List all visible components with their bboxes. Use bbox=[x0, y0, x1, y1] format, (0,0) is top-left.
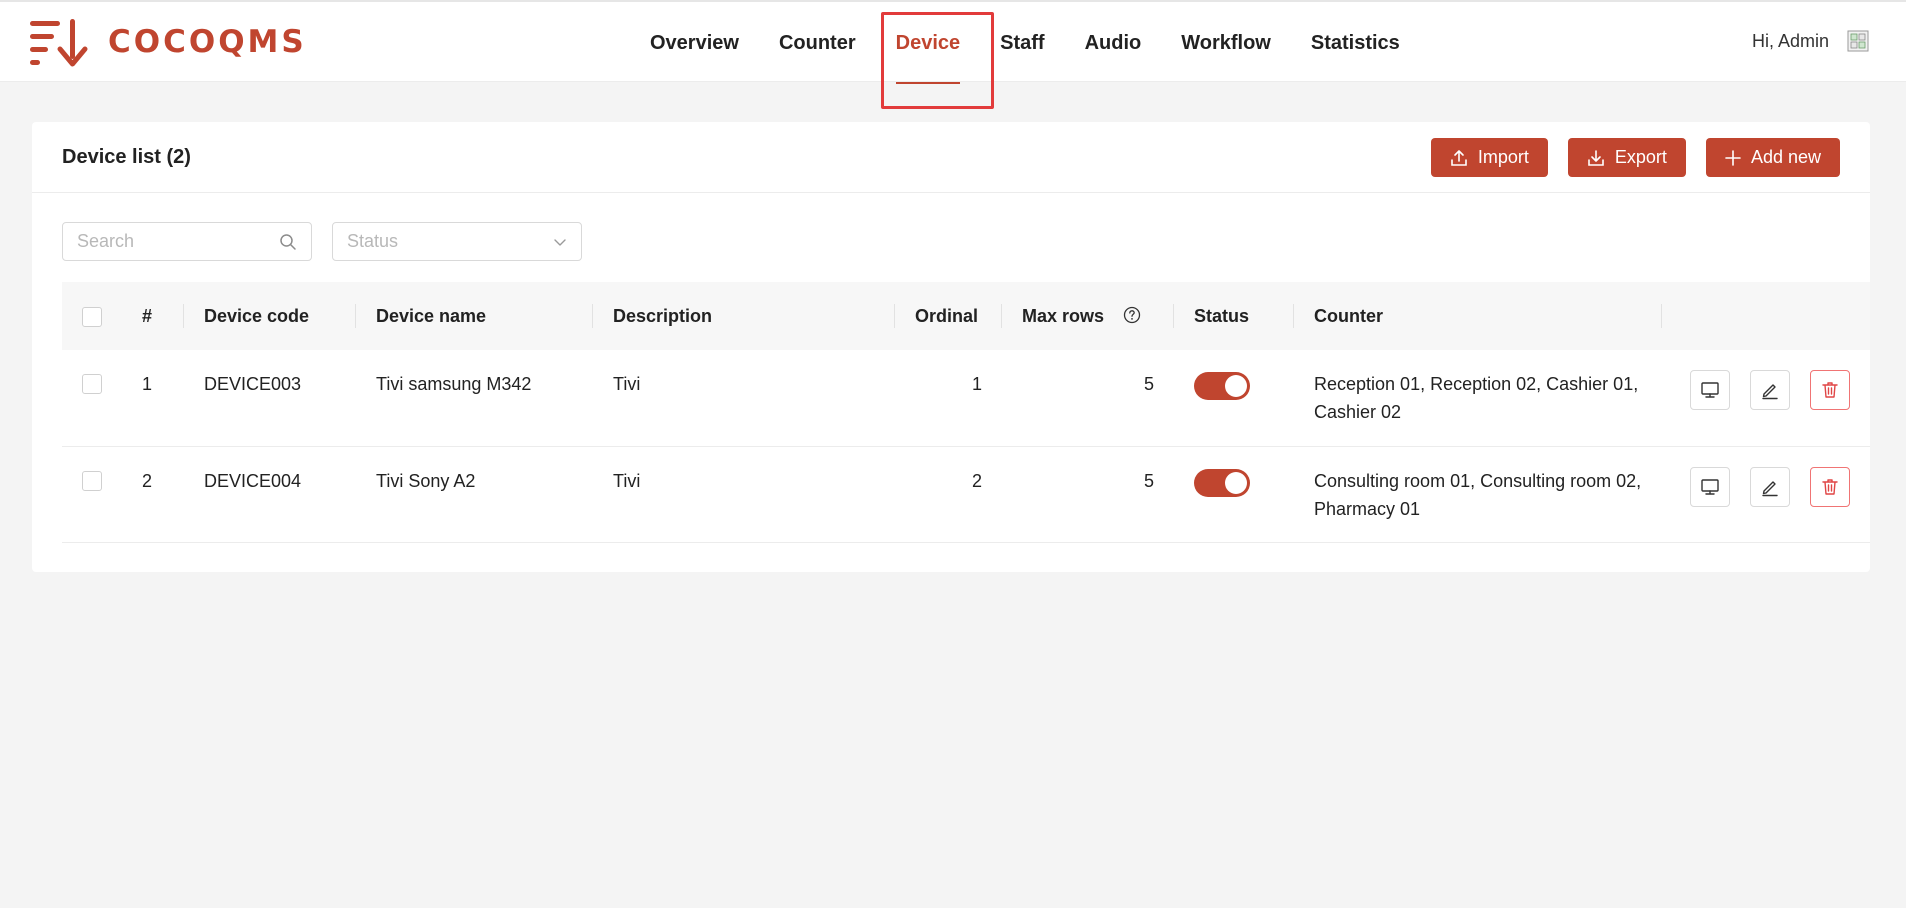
help-icon[interactable] bbox=[1123, 306, 1141, 324]
download-icon bbox=[1588, 149, 1604, 166]
nav-counter[interactable]: Counter bbox=[779, 2, 856, 84]
col-actions bbox=[1662, 282, 1870, 350]
status-cell bbox=[1174, 446, 1294, 543]
col-device-code: Device code bbox=[184, 282, 356, 350]
select-all-checkbox[interactable] bbox=[82, 306, 102, 327]
nav-workflow[interactable]: Workflow bbox=[1181, 2, 1271, 84]
col-ordinal: Ordinal bbox=[895, 282, 1002, 350]
device-counter-text: Consulting room 01, Consulting room 02, … bbox=[1314, 470, 1642, 519]
table-row: 2 DEVICE004 Tivi Sony A2 Tivi 2 5 Consul… bbox=[62, 446, 1870, 543]
import-button[interactable]: Import bbox=[1430, 138, 1548, 177]
nav-overview[interactable]: Overview bbox=[650, 2, 739, 84]
user-menu[interactable]: Hi, Admin bbox=[1752, 28, 1871, 54]
status-toggle[interactable] bbox=[1194, 468, 1250, 497]
add-new-label: Add new bbox=[1750, 147, 1821, 167]
export-button[interactable]: Export bbox=[1567, 138, 1686, 177]
search-placeholder: Search bbox=[77, 231, 135, 251]
row-actions bbox=[1682, 370, 1850, 410]
card-header: Device list (2) Import Export Add new bbox=[32, 122, 1870, 193]
edit-button[interactable] bbox=[1750, 370, 1790, 410]
nav-statistics[interactable]: Statistics bbox=[1311, 2, 1400, 84]
monitor-icon bbox=[1701, 478, 1719, 495]
search-input[interactable]: Search bbox=[62, 222, 312, 261]
device-name: Tivi Sony A2 bbox=[356, 446, 593, 543]
search-icon bbox=[280, 233, 296, 250]
device-ordinal: 1 bbox=[895, 350, 1002, 447]
header-actions: Import Export Add new bbox=[1430, 138, 1840, 177]
device-ordinal: 2 bbox=[895, 446, 1002, 543]
edit-button[interactable] bbox=[1750, 466, 1790, 507]
device-list-card: Device list (2) Import Export Add new Se… bbox=[32, 122, 1870, 572]
row-checkbox[interactable] bbox=[82, 470, 102, 491]
nav-audio[interactable]: Audio bbox=[1085, 2, 1142, 84]
monitor-icon bbox=[1701, 382, 1719, 398]
plus-icon bbox=[1725, 149, 1741, 166]
status-toggle[interactable] bbox=[1194, 372, 1250, 400]
nav-device[interactable]: Device bbox=[895, 2, 960, 84]
device-max-rows: 5 bbox=[1002, 350, 1174, 447]
row-actions-cell bbox=[1662, 350, 1870, 447]
col-index: # bbox=[122, 282, 184, 350]
pencil-icon bbox=[1762, 480, 1778, 496]
user-greeting: Hi, Admin bbox=[1751, 30, 1829, 51]
row-select-cell bbox=[62, 350, 122, 447]
import-label: Import bbox=[1477, 147, 1529, 167]
col-max-rows: Max rows bbox=[1002, 282, 1174, 350]
trash-icon bbox=[1822, 478, 1838, 495]
row-select-cell bbox=[62, 446, 122, 543]
status-placeholder: Status bbox=[347, 231, 399, 251]
table-row: 1 DEVICE003 Tivi samsung M342 Tivi 1 5 R… bbox=[62, 350, 1870, 447]
pencil-icon bbox=[1762, 384, 1778, 400]
brand-logo[interactable]: COCOQMS bbox=[28, 16, 307, 68]
col-counter: Counter bbox=[1294, 282, 1662, 350]
avatar-icon[interactable] bbox=[1845, 28, 1871, 54]
status-cell bbox=[1174, 350, 1294, 447]
device-counter-text: Reception 01, Reception 02, Cashier 01, … bbox=[1314, 374, 1639, 422]
device-description: Tivi bbox=[593, 446, 895, 543]
device-code: DEVICE004 bbox=[184, 446, 356, 543]
col-status: Status bbox=[1174, 282, 1294, 350]
row-checkbox[interactable] bbox=[82, 374, 102, 394]
preview-display-button[interactable] bbox=[1690, 466, 1730, 507]
device-counter: Consulting room 01, Consulting room 02, … bbox=[1294, 446, 1662, 543]
row-actions-cell bbox=[1662, 446, 1870, 543]
top-navbar: COCOQMS Overview Counter Device Staff Au… bbox=[0, 0, 1906, 84]
col-description: Description bbox=[593, 282, 895, 350]
col-device-name: Device name bbox=[356, 282, 593, 350]
delete-button[interactable] bbox=[1810, 466, 1850, 507]
upload-icon bbox=[1451, 149, 1467, 166]
select-all-cell bbox=[62, 282, 122, 350]
col-max-rows-label: Max rows bbox=[1022, 305, 1105, 326]
device-name: Tivi samsung M342 bbox=[356, 350, 593, 447]
device-description: Tivi bbox=[593, 350, 895, 447]
nav-staff[interactable]: Staff bbox=[1000, 2, 1044, 84]
device-max-rows: 5 bbox=[1002, 446, 1174, 543]
device-code: DEVICE003 bbox=[184, 350, 356, 447]
row-index: 1 bbox=[122, 350, 184, 447]
filter-bar: Search Status bbox=[62, 222, 582, 261]
trash-icon bbox=[1822, 382, 1838, 398]
page-title: Device list (2) bbox=[62, 146, 191, 168]
chevron-down-icon bbox=[554, 238, 566, 246]
row-index: 2 bbox=[122, 446, 184, 543]
main-nav: Overview Counter Device Staff Audio Work… bbox=[650, 2, 1400, 84]
export-label: Export bbox=[1614, 147, 1667, 167]
preview-display-button[interactable] bbox=[1690, 370, 1730, 410]
device-table: # Device code Device name Description Or… bbox=[62, 282, 1870, 543]
row-actions bbox=[1682, 466, 1850, 507]
status-select[interactable]: Status bbox=[332, 222, 582, 261]
add-new-button[interactable]: Add new bbox=[1705, 138, 1840, 177]
brand-name: COCOQMS bbox=[108, 24, 307, 60]
device-counter: Reception 01, Reception 02, Cashier 01, … bbox=[1294, 350, 1662, 447]
logo-icon bbox=[30, 19, 88, 67]
delete-button[interactable] bbox=[1810, 370, 1850, 410]
table-header-row: # Device code Device name Description Or… bbox=[62, 282, 1870, 350]
